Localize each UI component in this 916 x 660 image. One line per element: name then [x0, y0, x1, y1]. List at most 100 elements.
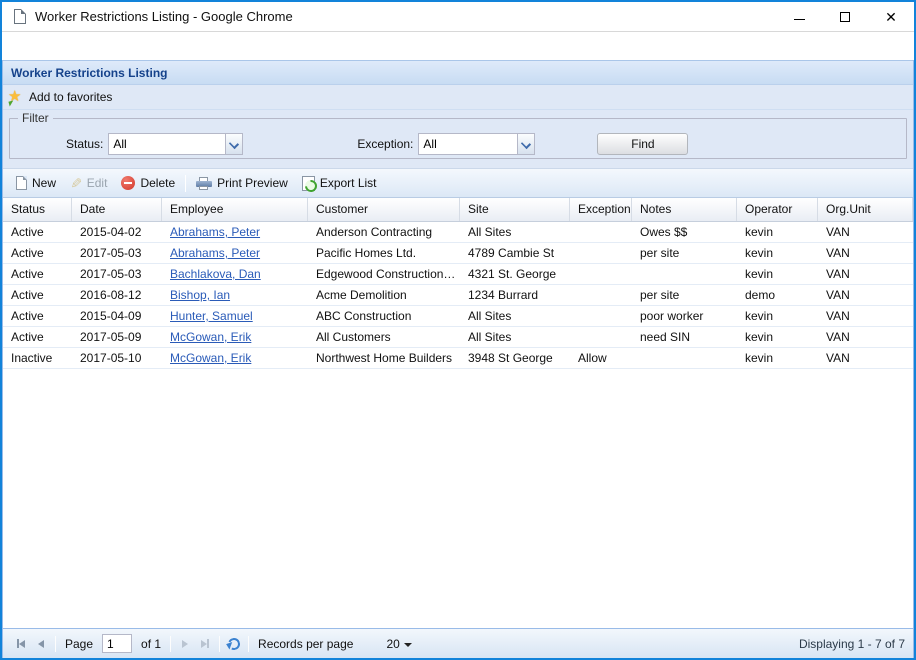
table-cell-site: 4321 St. George [460, 264, 570, 284]
table-cell-site: 1234 Burrard [460, 285, 570, 305]
browser-popup-window: Worker Restrictions Listing - Google Chr… [0, 0, 916, 660]
chevron-down-icon[interactable] [517, 134, 534, 154]
table-cell-site: All Sites [460, 306, 570, 326]
find-button[interactable]: Find [597, 133, 688, 155]
table-cell-notes: need SIN [632, 327, 737, 347]
new-button[interactable]: New [9, 173, 63, 193]
close-button[interactable]: ✕ [868, 2, 914, 31]
maximize-button[interactable] [822, 2, 868, 31]
table-cell-status: Active [3, 243, 72, 263]
column-header-customer[interactable]: Customer [308, 198, 460, 221]
employee-link[interactable]: Abrahams, Peter [170, 246, 260, 260]
table-cell-operator: kevin [737, 222, 818, 242]
page-number-input[interactable] [102, 634, 132, 653]
table-cell-status: Inactive [3, 348, 72, 368]
filter-fieldset: Filter Status: All Exception: All Find [9, 111, 907, 159]
column-header-org-unit[interactable]: Org.Unit [818, 198, 913, 221]
table-cell-date: 2015-04-09 [72, 306, 162, 326]
favorites-star-icon: ★ [8, 89, 25, 106]
refresh-button[interactable] [224, 634, 244, 654]
filter-area: Filter Status: All Exception: All Find [3, 110, 913, 168]
refresh-icon [226, 636, 241, 651]
table-cell-date: 2015-04-02 [72, 222, 162, 242]
table-cell-site: All Sites [460, 327, 570, 347]
pager-separator [55, 636, 56, 652]
table-cell-org-unit: VAN [818, 222, 913, 242]
table-cell-notes: poor worker [632, 306, 737, 326]
table-row[interactable]: Active2017-05-09McGowan, ErikAll Custome… [3, 327, 913, 348]
table-cell-date: 2017-05-03 [72, 243, 162, 263]
status-dropdown-value: All [109, 134, 225, 154]
status-dropdown[interactable]: All [108, 133, 243, 155]
table-row[interactable]: Active2016-08-12Bishop, IanAcme Demoliti… [3, 285, 913, 306]
employee-link[interactable]: Bachlakova, Dan [170, 267, 261, 281]
exception-dropdown[interactable]: All [418, 133, 535, 155]
table-cell-status: Active [3, 306, 72, 326]
table-cell-exception [570, 285, 632, 305]
table-body: Active2015-04-02Abrahams, PeterAnderson … [3, 222, 913, 628]
previous-page-button[interactable] [31, 634, 51, 654]
table-row[interactable]: Active2015-04-02Abrahams, PeterAnderson … [3, 222, 913, 243]
employee-link[interactable]: Hunter, Samuel [170, 309, 253, 323]
column-header-exception[interactable]: Exception [570, 198, 632, 221]
pencil-icon: ✎ [70, 177, 82, 189]
first-page-button[interactable] [11, 634, 31, 654]
export-list-button[interactable]: Export List [295, 173, 384, 194]
table-cell-employee: Hunter, Samuel [162, 306, 308, 326]
table-cell-operator: kevin [737, 306, 818, 326]
column-header-status[interactable]: Status [3, 198, 72, 221]
column-header-site[interactable]: Site [460, 198, 570, 221]
table-cell-exception [570, 264, 632, 284]
table-cell-org-unit: VAN [818, 306, 913, 326]
table-cell-org-unit: VAN [818, 285, 913, 305]
filter-row: Status: All Exception: All Find [10, 133, 906, 155]
column-header-operator[interactable]: Operator [737, 198, 818, 221]
last-page-button[interactable] [195, 634, 215, 654]
employee-link[interactable]: McGowan, Erik [170, 351, 251, 365]
minimize-button[interactable] [776, 2, 822, 31]
table-cell-site: 4789 Cambie St [460, 243, 570, 263]
add-to-favorites-link[interactable]: Add to favorites [29, 90, 112, 104]
pager-separator [170, 636, 171, 652]
grid-toolbar: New ✎ Edit Delete Print Preview Export L… [3, 168, 913, 198]
table-row[interactable]: Active2017-05-03Bachlakova, DanEdgewood … [3, 264, 913, 285]
table-cell-org-unit: VAN [818, 348, 913, 368]
edit-button[interactable]: ✎ Edit [63, 173, 114, 193]
table-cell-date: 2016-08-12 [72, 285, 162, 305]
next-page-button[interactable] [175, 634, 195, 654]
delete-button[interactable]: Delete [114, 173, 182, 193]
chevron-down-icon[interactable] [225, 134, 242, 154]
titlebar: Worker Restrictions Listing - Google Chr… [2, 2, 914, 32]
table-row[interactable]: Active2017-05-03Abrahams, PeterPacific H… [3, 243, 913, 264]
table-cell-operator: kevin [737, 264, 818, 284]
employee-link[interactable]: Bishop, Ian [170, 288, 230, 302]
records-per-page-dropdown[interactable]: 20 [386, 637, 411, 651]
caret-down-icon [404, 643, 412, 647]
page-top-strip [2, 32, 914, 60]
print-preview-button[interactable]: Print Preview [189, 173, 295, 193]
table-cell-customer: Edgewood Construction M... [308, 264, 460, 284]
table-row[interactable]: Active2015-04-09 Hunter, Samuel ABC Constr… [3, 306, 913, 327]
minimize-icon [794, 19, 805, 20]
page-icon [14, 9, 26, 24]
table-cell-customer: ABC Construction [308, 306, 460, 326]
maximize-icon [840, 12, 850, 22]
table-cell-notes: per site [632, 285, 737, 305]
worker-restrictions-grid: Status Date Employee Customer Site Excep… [3, 198, 913, 628]
table-row[interactable]: Inactive2017-05-10McGowan, ErikNorthwest… [3, 348, 913, 369]
column-header-date[interactable]: Date [72, 198, 162, 221]
table-cell-status: Active [3, 285, 72, 305]
employee-link[interactable]: McGowan, Erik [170, 330, 251, 344]
page-of-label: of 1 [141, 637, 161, 651]
table-cell-operator: kevin [737, 348, 818, 368]
employee-link[interactable]: Abrahams, Peter [170, 225, 260, 239]
panel-header: Worker Restrictions Listing [3, 60, 913, 85]
page-label: Page [65, 637, 93, 651]
column-header-employee[interactable]: Employee [162, 198, 308, 221]
delete-minus-icon [121, 176, 135, 190]
column-header-notes[interactable]: Notes [632, 198, 737, 221]
table-cell-date: 2017-05-09 [72, 327, 162, 347]
table-cell-status: Active [3, 222, 72, 242]
table-cell-employee: Abrahams, Peter [162, 243, 308, 263]
filter-legend: Filter [18, 111, 53, 125]
